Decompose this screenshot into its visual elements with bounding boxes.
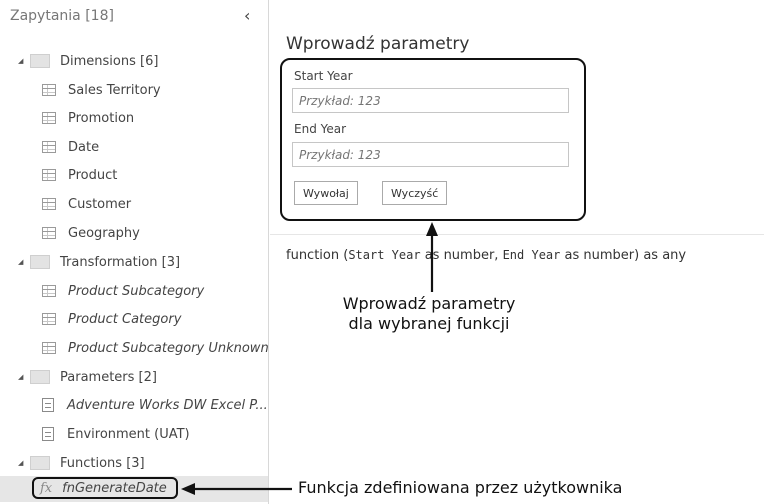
query-label: Sales Territory: [68, 82, 161, 98]
folder-icon: [30, 370, 50, 384]
group-label: Functions [3]: [60, 455, 145, 471]
query-label: Adventure Works DW Excel P...: [67, 397, 268, 413]
folder-icon: [30, 54, 50, 68]
folder-icon: [30, 255, 50, 269]
table-icon: [42, 313, 56, 325]
invoke-button[interactable]: Wywołaj: [294, 181, 358, 205]
collapse-pane-icon[interactable]: ‹: [244, 6, 250, 25]
expand-triangle-icon[interactable]: ◢: [18, 459, 30, 467]
query-label: fnGenerateDate: [62, 480, 167, 496]
start-year-input[interactable]: [292, 88, 569, 113]
query-item[interactable]: Environment (UAT): [42, 421, 190, 447]
folder-icon: [30, 456, 50, 470]
query-label: Product Subcategory Unknown: [68, 340, 269, 356]
query-item[interactable]: Promotion: [42, 105, 134, 131]
query-item[interactable]: Adventure Works DW Excel P...: [42, 392, 268, 418]
table-icon: [42, 112, 56, 124]
callout-line: dla wybranej funkcji: [348, 314, 510, 333]
query-label: Environment (UAT): [67, 426, 190, 442]
end-year-input[interactable]: [292, 142, 569, 167]
params-callout: Wprowadź parametry dla wybranej funkcji: [296, 294, 562, 334]
signature-text: function (: [286, 248, 349, 263]
group-transformation[interactable]: ◢ Transformation [3]: [18, 249, 180, 275]
parameter-icon: [42, 427, 54, 441]
group-label: Parameters [2]: [60, 369, 157, 385]
table-icon: [42, 342, 56, 354]
expand-triangle-icon[interactable]: ◢: [18, 373, 30, 381]
clear-button[interactable]: Wyczyść: [382, 181, 448, 205]
end-year-label: End Year: [294, 122, 347, 136]
pane-divider[interactable]: [268, 0, 269, 504]
query-item[interactable]: Product: [42, 162, 117, 188]
function-icon: fx: [40, 480, 53, 496]
query-label: Customer: [68, 196, 132, 212]
query-item[interactable]: Customer: [42, 191, 131, 217]
query-label: Product Category: [68, 311, 182, 327]
callout-line: Wprowadź parametry: [342, 294, 516, 313]
function-signature: function (Start Year as number, End Year…: [286, 248, 686, 263]
signature-param: End Year: [502, 248, 561, 262]
table-icon: [42, 198, 56, 210]
group-functions[interactable]: ◢ Functions [3]: [18, 450, 145, 476]
query-item[interactable]: Product Category: [42, 306, 181, 332]
signature-text: as number) as any: [560, 248, 687, 263]
signature-text: as number,: [420, 248, 503, 263]
table-icon: [42, 141, 56, 153]
table-icon: [42, 169, 56, 181]
signature-param: Start Year: [348, 248, 421, 262]
group-label: Dimensions [6]: [60, 53, 159, 69]
query-item[interactable]: Product Subcategory: [42, 278, 204, 304]
query-item[interactable]: Date: [42, 134, 99, 160]
table-icon: [42, 84, 56, 96]
table-icon: [42, 285, 56, 297]
query-label: Product Subcategory: [68, 283, 205, 299]
group-dimensions[interactable]: ◢ Dimensions [6]: [18, 48, 158, 74]
query-item-fngeneratedate[interactable]: fx fnGenerateDate: [32, 477, 178, 499]
user-function-callout: Funkcja zdefiniowana przez użytkownika: [298, 478, 623, 497]
query-label: Date: [68, 139, 100, 155]
section-divider: [270, 234, 764, 235]
group-label: Transformation [3]: [60, 254, 181, 270]
panel-title: Wprowadź parametry: [286, 34, 470, 54]
group-parameters[interactable]: ◢ Parameters [2]: [18, 364, 157, 390]
expand-triangle-icon[interactable]: ◢: [18, 258, 30, 266]
query-item[interactable]: Sales Territory: [42, 77, 161, 103]
queries-header: Zapytania [18]: [10, 8, 114, 24]
query-label: Product: [68, 167, 118, 183]
parameter-icon: [42, 398, 54, 412]
expand-triangle-icon[interactable]: ◢: [18, 57, 30, 65]
queries-pane: Zapytania [18] ‹ ◢ Dimensions [6] Sales …: [0, 0, 269, 504]
query-label: Promotion: [68, 110, 135, 126]
table-icon: [42, 227, 56, 239]
query-item[interactable]: Geography: [42, 220, 140, 246]
query-item[interactable]: Product Subcategory Unknown: [42, 335, 269, 361]
start-year-label: Start Year: [294, 69, 353, 83]
query-label: Geography: [68, 225, 140, 241]
